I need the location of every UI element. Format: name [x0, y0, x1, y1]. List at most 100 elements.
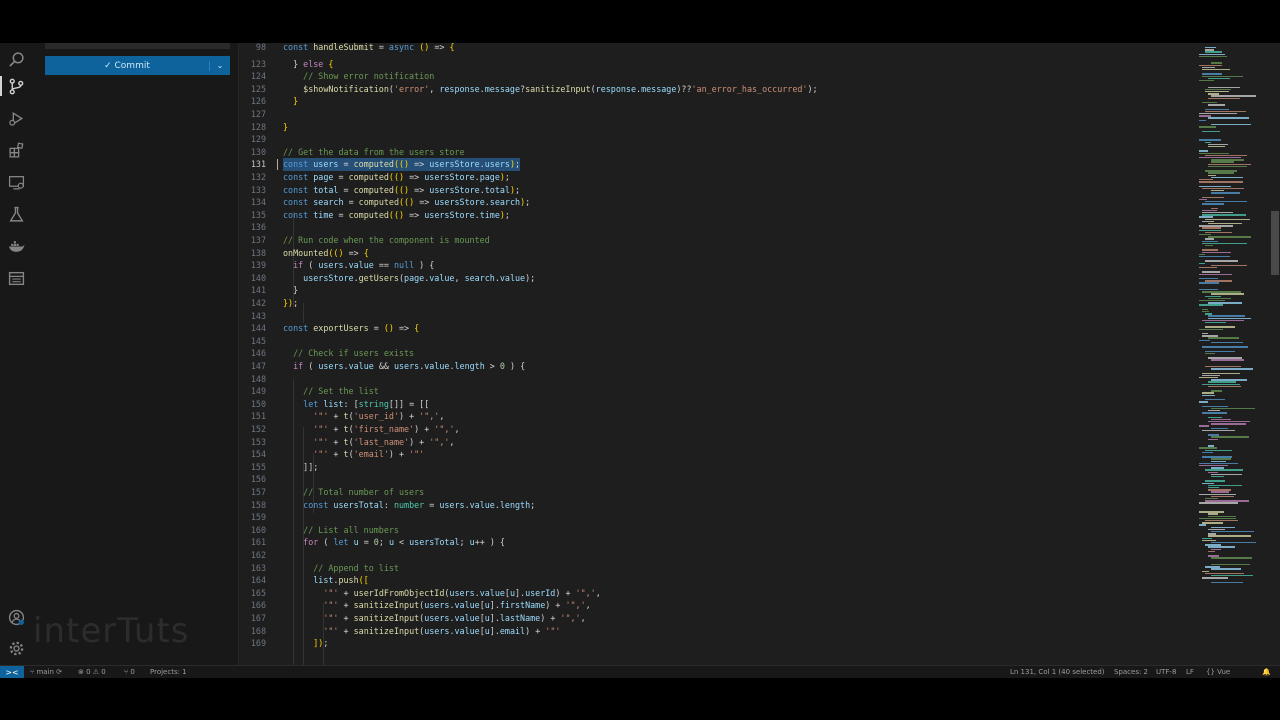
code-line[interactable]: 148: [239, 373, 1195, 386]
code-line[interactable]: 165 '"' + userIdFromObjectId(users.value…: [239, 587, 1195, 600]
code-token: ,: [585, 600, 591, 611]
remote-indicator[interactable]: ><: [0, 666, 24, 678]
code-line[interactable]: 151 '"' + t('user_id') + '",',: [239, 410, 1195, 423]
editor-scrollbar[interactable]: [1270, 43, 1280, 665]
commit-message-input[interactable]: [45, 43, 230, 49]
code-line[interactable]: 129: [239, 133, 1195, 146]
code-token: // List all numbers: [283, 524, 399, 535]
code-line[interactable]: 152 '"' + t('first_name') + '",',: [239, 423, 1195, 436]
code-token: userIdFromObjectId: [353, 587, 445, 598]
search-icon[interactable]: [4, 47, 29, 71]
code-line[interactable]: 145: [239, 335, 1195, 348]
code-editor[interactable]: 98 const handleSubmit = async () => { 123 …: [239, 43, 1195, 665]
code-token: ) +: [555, 587, 576, 598]
line-number: 134: [250, 197, 266, 208]
code-token: (): [383, 323, 400, 334]
code-line[interactable]: 130 // Get the data from the users store: [239, 146, 1195, 159]
accounts-icon[interactable]: [4, 605, 29, 629]
code-line[interactable]: 131 const users = computed(() => usersSto…: [239, 158, 1195, 172]
minimap[interactable]: [1195, 43, 1270, 665]
code-token: // Append to list: [283, 562, 399, 573]
code-line[interactable]: 133 const total = computed(() => usersSto…: [239, 184, 1195, 197]
code-line[interactable]: 167 '"' + sanitizeInput(users.value[u].l…: [239, 612, 1195, 625]
code-token: response: [595, 83, 637, 94]
run-debug-icon[interactable]: [4, 106, 29, 130]
code-token: =: [343, 197, 359, 208]
code-token: &&: [373, 361, 394, 371]
code-line[interactable]: 128}: [239, 121, 1195, 134]
code-line[interactable]: 156: [239, 473, 1195, 486]
indentation[interactable]: Spaces: 2: [1114, 666, 1148, 678]
code-line[interactable]: 126 }: [239, 95, 1195, 108]
code-line[interactable]: 98 const handleSubmit = async () => {: [239, 43, 1195, 54]
code-line[interactable]: 159: [239, 511, 1195, 524]
minimap-line: [1211, 192, 1240, 194]
code-line[interactable]: 142});: [239, 297, 1195, 310]
cursor-position[interactable]: Ln 131, Col 1 (40 selected): [1010, 666, 1105, 678]
sync-icon[interactable]: ⟳: [56, 668, 62, 676]
code-token: search: [464, 272, 495, 283]
code-token: message: [484, 83, 521, 94]
code-line[interactable]: 153 '"' + t('last_name') + '",',: [239, 436, 1195, 449]
docker-icon[interactable]: [4, 234, 29, 258]
source-control-icon[interactable]: [0, 74, 29, 98]
remote-explorer-icon[interactable]: [4, 170, 29, 194]
code-line[interactable]: 127: [239, 108, 1195, 121]
extensions-icon[interactable]: [4, 138, 29, 162]
problems-indicator[interactable]: ⊗ 0 ⚠ 0: [78, 666, 106, 678]
encoding[interactable]: UTF-8: [1156, 666, 1176, 678]
manage-gear-icon[interactable]: [4, 636, 29, 660]
code-line[interactable]: 155 ]];: [239, 461, 1195, 474]
chevron-down-icon[interactable]: ⌄: [210, 61, 230, 70]
branch-indicator[interactable]: ⑂ main ⟳: [30, 666, 62, 678]
code-line[interactable]: 143: [239, 310, 1195, 323]
code-token: ,: [580, 613, 586, 623]
code-line[interactable]: 166 '"' + sanitizeInput(users.value[u].f…: [239, 599, 1195, 612]
language-mode[interactable]: {} Vue: [1206, 666, 1230, 678]
code-token: '"': [283, 613, 344, 623]
minimap-line: [1199, 273, 1233, 275]
code-line[interactable]: 147 if ( users.value && users.value.leng…: [239, 360, 1195, 373]
line-ending[interactable]: LF: [1186, 666, 1194, 678]
code-line[interactable]: 157 // Total number of users: [239, 486, 1195, 499]
code-line[interactable]: 140 usersStore.getUsers(page.value, sear…: [239, 272, 1195, 285]
code-token: value: [499, 272, 526, 283]
code-line[interactable]: 132 const page = computed(() => usersStor…: [239, 171, 1195, 184]
code-line[interactable]: 158 const usersTotal: number = users.val…: [239, 499, 1195, 512]
code-line[interactable]: 164 list.push([: [239, 574, 1195, 587]
code-line[interactable]: 138 onMounted(() => {: [239, 247, 1195, 260]
code-line[interactable]: 134 const search = computed(() => usersSt…: [239, 196, 1195, 209]
scroll-thumb[interactable]: [1271, 211, 1279, 275]
minimap-line: [1199, 253, 1205, 256]
testing-flask-icon[interactable]: [4, 202, 29, 226]
code-line[interactable]: 125 $showNotification('error', response.…: [239, 83, 1195, 96]
code-line[interactable]: 141 }: [239, 284, 1195, 297]
notifications-icon[interactable]: 🔔: [1262, 666, 1271, 678]
code-line[interactable]: 149 // Set the list: [239, 385, 1195, 398]
minimap-line: [1208, 236, 1251, 238]
code-line[interactable]: 146 // Check if users exists: [239, 347, 1195, 360]
ports-indicator[interactable]: ⑂ 0: [124, 666, 135, 678]
code-line[interactable]: 144 const exportUsers = () => {: [239, 322, 1195, 335]
minimap-line: [1202, 187, 1245, 190]
commit-button[interactable]: ✓ Commit ⌄: [45, 56, 230, 75]
code-line[interactable]: 124 // Show error notification: [239, 70, 1195, 83]
code-line[interactable]: 123 } else {: [239, 58, 1195, 71]
code-line[interactable]: 162: [239, 549, 1195, 562]
code-line[interactable]: 139 if ( users.value == null ) {: [239, 259, 1195, 272]
code-line[interactable]: 135 const time = computed(() => usersStor…: [239, 209, 1195, 222]
code-line[interactable]: 136: [239, 221, 1195, 234]
code-line[interactable]: 161 for ( let u = 0; u < usersTotal; u++…: [239, 536, 1195, 549]
code-line[interactable]: 169 ]);: [239, 637, 1195, 650]
code-line[interactable]: 137 // Run code when the component is mou…: [239, 234, 1195, 247]
commit-button-label[interactable]: ✓ Commit: [45, 60, 210, 71]
database-icon[interactable]: [4, 266, 29, 290]
code-line[interactable]: 160 // List all numbers: [239, 524, 1195, 537]
code-line[interactable]: 150 let list: [string[]] = [[: [239, 398, 1195, 411]
code-line[interactable]: 154 '"' + t('email') + '"': [239, 448, 1195, 461]
code-line[interactable]: 168 '"' + sanitizeInput(users.value[u].e…: [239, 625, 1195, 638]
projects-indicator[interactable]: Projects: 1: [150, 666, 187, 678]
line-number: 128: [250, 121, 266, 132]
status-bar: >< ⑂ main ⟳ ⊗ 0 ⚠ 0 ⑂ 0 Projects: 1 Ln 1…: [0, 665, 1280, 678]
code-line[interactable]: 163 // Append to list: [239, 562, 1195, 575]
